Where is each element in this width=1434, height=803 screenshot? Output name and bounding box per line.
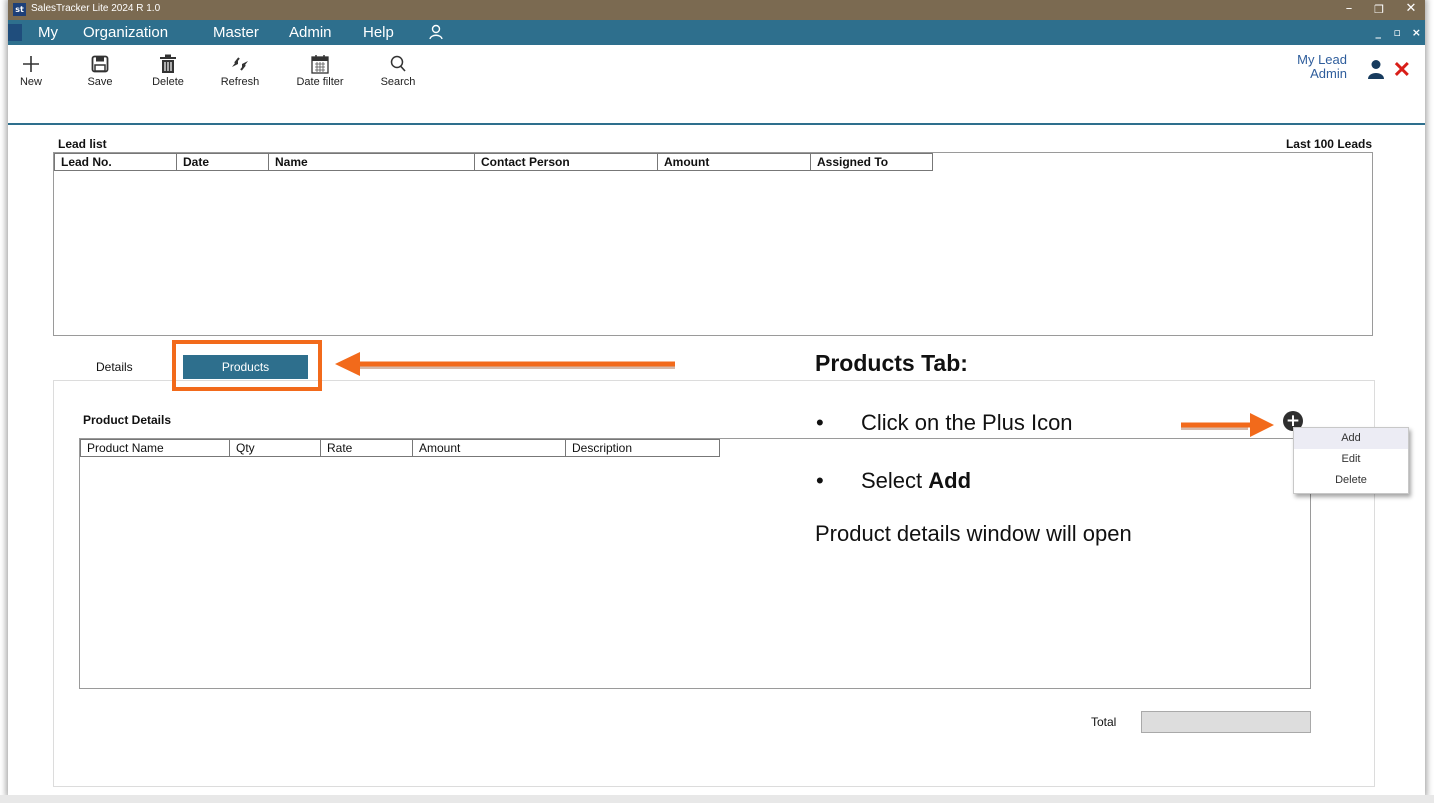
arrow-to-plus-icon — [1181, 413, 1274, 437]
bottom-edge — [0, 795, 1434, 803]
annotation-arrows — [335, 352, 1274, 437]
app-window: st SalesTracker Lite 2024 R 1.0 – ❐ ✕ My… — [8, 0, 1425, 796]
arrow-to-products-tab — [335, 352, 675, 376]
